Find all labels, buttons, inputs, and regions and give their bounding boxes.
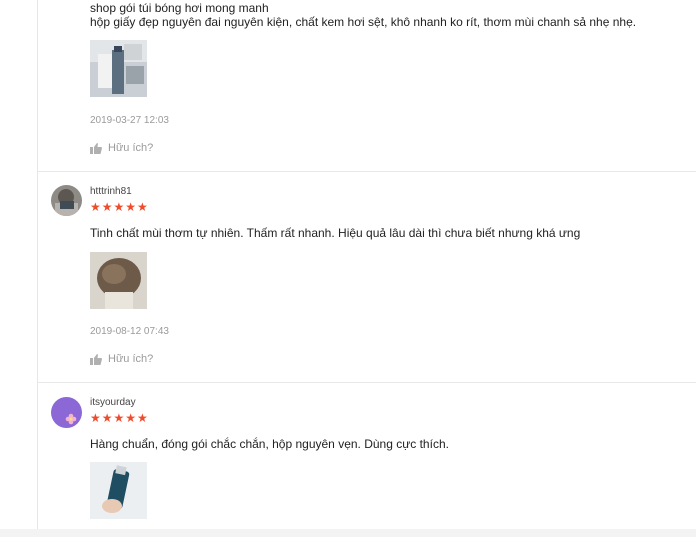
review-timestamp: 2019-08-12 07:43: [90, 326, 169, 337]
review-photo-thumbnail[interactable]: [90, 462, 147, 519]
page-bottom-edge: [0, 529, 696, 537]
review-content: Hàng chuẩn, đóng gói chắc chắn, hộp nguy…: [90, 437, 449, 451]
review-item-1: shop gói túi bóng hơi mong manh hộp giấy…: [37, 0, 696, 170]
helpful-button[interactable]: Hữu ích?: [90, 353, 153, 365]
review-username[interactable]: itsyourday: [90, 397, 136, 408]
thumbs-up-icon: [90, 142, 102, 154]
review-username[interactable]: htttrinh81: [90, 186, 132, 197]
review-content-line-2: hộp giấy đẹp nguyên đai nguyên kiện, chấ…: [90, 15, 637, 29]
thumbs-up-icon: [90, 353, 102, 365]
helpful-label: Hữu ích?: [108, 142, 154, 154]
helpful-button[interactable]: Hữu ích?: [90, 142, 153, 154]
user-avatar[interactable]: [51, 185, 82, 216]
review-timestamp: 2019-03-27 12:03: [90, 115, 169, 126]
review-photo-thumbnail[interactable]: [90, 252, 147, 309]
review-photo-thumbnail[interactable]: [90, 40, 147, 97]
helpful-label: Hữu ích?: [108, 353, 154, 365]
star-rating: ★★★★★: [90, 411, 149, 425]
review-item-3: itsyourday ★★★★★ Hàng chuẩn, đóng gói ch…: [37, 383, 696, 537]
review-item-2: htttrinh81 ★★★★★ Tinh chất mùi thơm tự n…: [37, 172, 696, 382]
star-rating: ★★★★★: [90, 200, 149, 214]
user-avatar[interactable]: [51, 397, 82, 428]
review-content: Tinh chất mùi thơm tự nhiên. Thấm rất nh…: [90, 226, 581, 240]
